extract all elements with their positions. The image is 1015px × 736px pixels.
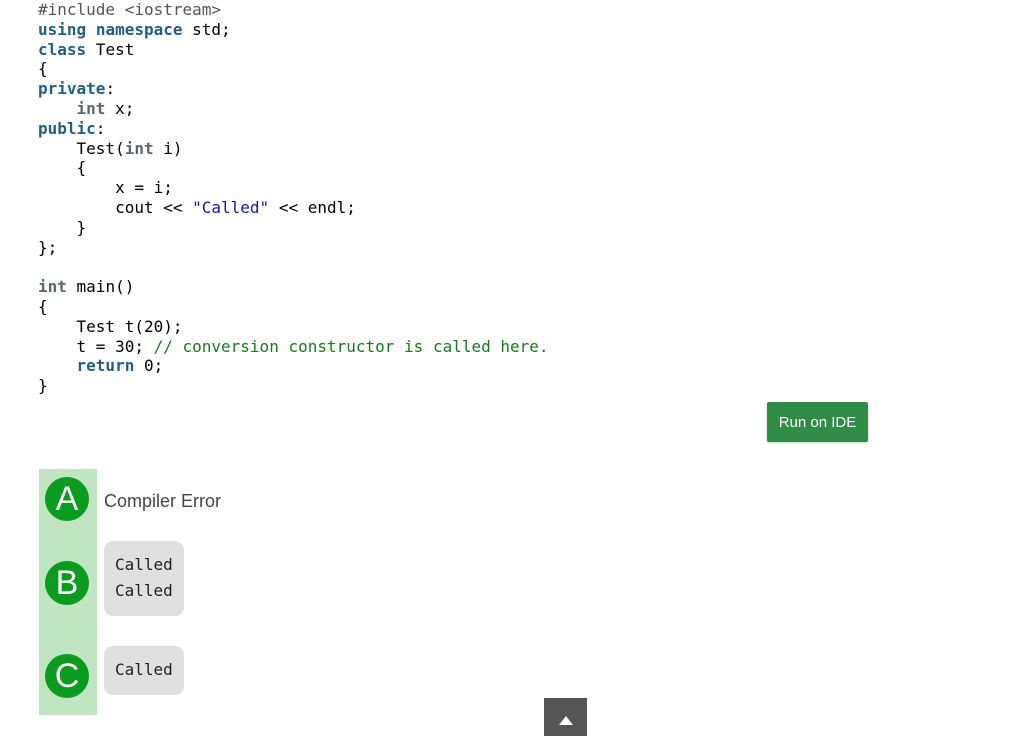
code-token: Test xyxy=(86,39,135,59)
code-line: class Test xyxy=(38,40,549,60)
code-token: i) xyxy=(153,138,183,158)
scroll-to-top-button[interactable] xyxy=(544,698,587,736)
code-token: Test t(20); xyxy=(38,316,183,336)
code-line: cout << "Called" << endl; xyxy=(38,198,549,218)
code-token: } xyxy=(38,376,48,396)
code-token: 0; xyxy=(134,356,164,376)
code-token: return xyxy=(76,356,135,376)
code-line: public: xyxy=(38,119,549,139)
code-block: #include <iostream> using namespace std; c… xyxy=(38,0,549,396)
code-line: return 0; xyxy=(38,356,549,376)
code-line: using namespace std; xyxy=(38,20,549,40)
code-token: }; xyxy=(38,237,58,257)
code-token: using xyxy=(38,19,87,39)
code-line: int main() xyxy=(38,277,549,297)
run-on-ide-button[interactable]: Run on IDE xyxy=(767,402,868,442)
code-token: private xyxy=(38,79,106,99)
code-line: x = i; xyxy=(38,178,549,198)
option-a-badge[interactable]: A xyxy=(45,477,89,521)
code-token: int xyxy=(124,138,154,158)
code-token: class xyxy=(38,39,87,59)
code-token: x = i; xyxy=(38,178,173,198)
code-token: cout << xyxy=(38,197,193,217)
code-token: } xyxy=(38,217,87,237)
option-c-badge[interactable]: C xyxy=(45,654,89,698)
code-token: "Called" xyxy=(192,197,270,217)
option-b-line-1: Called xyxy=(115,555,173,574)
code-line: private: xyxy=(38,79,549,99)
code-token: << endl; xyxy=(269,197,356,217)
code-token: : xyxy=(105,79,116,99)
code-token: #include <iostream> xyxy=(38,0,222,19)
arrow-up-icon xyxy=(558,715,573,725)
code-token: : xyxy=(95,118,106,138)
option-c-output[interactable]: Called xyxy=(104,646,184,695)
code-token: { xyxy=(38,158,87,178)
code-line: { xyxy=(38,59,549,79)
code-token: namespace xyxy=(95,19,183,39)
code-line: #include <iostream> xyxy=(38,0,549,20)
code-token: std; xyxy=(182,19,231,39)
code-line: } xyxy=(38,376,549,396)
code-line: Test(int i) xyxy=(38,139,549,159)
code-token: int xyxy=(76,98,106,118)
option-b-output[interactable]: Called Called xyxy=(104,541,184,616)
code-line: }; xyxy=(38,238,549,258)
code-line: Test t(20); xyxy=(38,317,549,337)
code-token: { xyxy=(38,296,48,316)
code-token: { xyxy=(38,59,48,79)
code-token: Test( xyxy=(38,138,125,158)
code-token: x; xyxy=(105,98,135,118)
option-a-text[interactable]: Compiler Error xyxy=(104,491,221,512)
code-line: t = 30; // conversion constructor is cal… xyxy=(38,337,549,357)
code-line: { xyxy=(38,297,549,317)
code-line: { xyxy=(38,158,549,178)
code-line: int x; xyxy=(38,99,549,119)
option-b-badge[interactable]: B xyxy=(45,561,89,605)
code-token: // conversion constructor is called here… xyxy=(153,336,549,356)
option-b-line-2: Called xyxy=(115,581,173,600)
option-c-line-1: Called xyxy=(115,660,173,679)
code-token: int xyxy=(38,277,67,297)
code-token: main() xyxy=(66,277,135,297)
code-line: } xyxy=(38,218,549,238)
code-token: public xyxy=(38,118,96,138)
code-token: t = 30; xyxy=(38,336,154,356)
